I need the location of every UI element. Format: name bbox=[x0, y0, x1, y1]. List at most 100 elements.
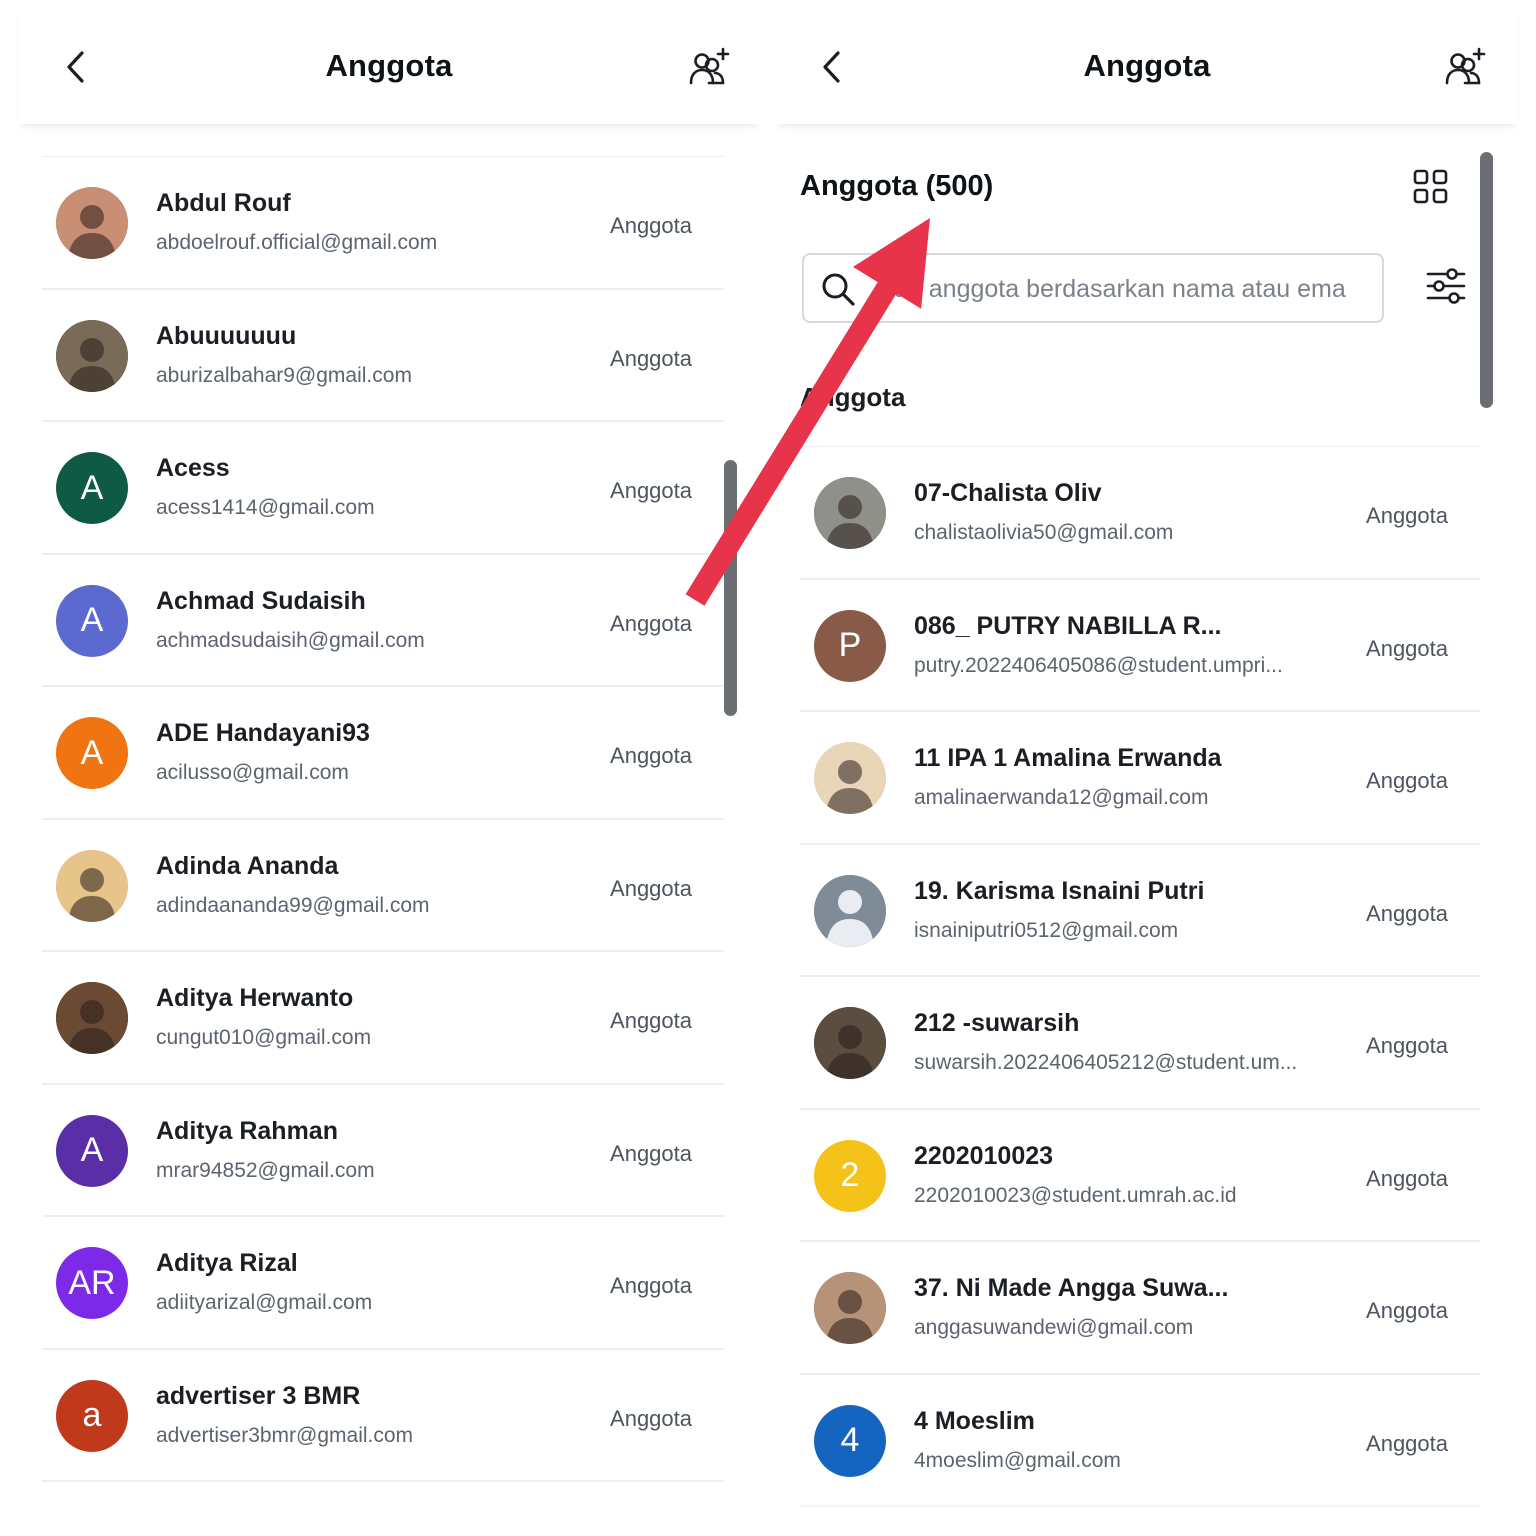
avatar-initial: 4 bbox=[840, 1421, 860, 1459]
avatar bbox=[56, 849, 128, 922]
member-name: 2202010023 bbox=[914, 1141, 1054, 1170]
top-bar: Anggota bbox=[776, 0, 1518, 124]
member-row[interactable]: 2 2202010023 2202010023@student.umrah.ac.i… bbox=[800, 1110, 1480, 1242]
member-email: chalistaolivia50@gmail.com bbox=[914, 521, 1174, 544]
avatar-initial: AR bbox=[68, 1263, 116, 1302]
member-email: advertiser3bmr@gmail.com bbox=[156, 1423, 414, 1447]
member-row[interactable]: Adinda Ananda adindaananda99@gmail.com Ang… bbox=[42, 820, 724, 952]
member-email: achmadsudaisih@gmail.com bbox=[156, 628, 425, 652]
member-email: adindaananda99@gmail.com bbox=[156, 893, 430, 917]
top-bar: Anggota bbox=[18, 0, 760, 124]
member-row[interactable]: 37. Ni Made Angga Suwa... anggasuwandewi@… bbox=[800, 1242, 1480, 1375]
add-member-button[interactable] bbox=[1440, 44, 1490, 92]
avatar bbox=[814, 874, 886, 947]
member-role[interactable]: Anggota bbox=[610, 1141, 692, 1167]
user-photo bbox=[814, 742, 886, 814]
member-row[interactable]: A Aditya Rahman mrar94852@gmail.com Anggota bbox=[42, 1085, 724, 1217]
member-email: isnainiputri0512@gmail.com bbox=[914, 918, 1179, 942]
member-row[interactable]: A Achmad Sudaisih achmadsudaisih@gmail.com… bbox=[42, 555, 724, 687]
member-role[interactable]: Anggota bbox=[610, 876, 692, 902]
member-row[interactable]: A ADE Handayani93 acilusso@gmail.com Anggot… bbox=[42, 687, 724, 820]
member-name: 19. Karisma Isnaini Putri bbox=[914, 876, 1205, 905]
member-role[interactable]: Anggota bbox=[610, 346, 692, 372]
member-name: Aditya Herwanto bbox=[156, 984, 354, 1012]
member-role[interactable]: Anggota bbox=[610, 743, 692, 769]
member-role[interactable]: Anggota bbox=[1366, 1033, 1448, 1059]
member-list: Abdul Rouf abdoelrouf.official@gmail.com A… bbox=[42, 156, 724, 1482]
member-role[interactable]: Anggota bbox=[1366, 768, 1448, 794]
member-name: 07-Chalista Oliv bbox=[914, 479, 1102, 507]
member-email: 2202010023@student.umrah.ac.id bbox=[914, 1183, 1237, 1207]
member-role[interactable]: Anggota bbox=[1366, 503, 1448, 529]
avatar bbox=[814, 477, 886, 549]
grid-view-button[interactable] bbox=[1412, 168, 1450, 206]
add-member-button[interactable] bbox=[684, 44, 734, 92]
avatar: A bbox=[56, 717, 128, 789]
member-role[interactable]: Anggota bbox=[610, 1008, 692, 1034]
scrollbar[interactable] bbox=[1480, 152, 1493, 408]
avatar bbox=[56, 187, 128, 259]
member-email: acilusso@gmail.com bbox=[156, 761, 349, 784]
user-photo bbox=[56, 319, 128, 392]
member-role[interactable]: Anggota bbox=[610, 1273, 692, 1299]
member-row[interactable]: Abdul Rouf abdoelrouf.official@gmail.com A… bbox=[42, 157, 724, 290]
avatar-initial: A bbox=[80, 1131, 104, 1169]
member-role[interactable]: Anggota bbox=[1366, 1431, 1448, 1457]
member-name: advertiser 3 BMR bbox=[156, 1381, 361, 1410]
member-email: putry.2022406405086@student.umpri... bbox=[914, 653, 1283, 677]
member-row[interactable]: AR Aditya Rizal adiityarizal@gmail.com Angg… bbox=[42, 1217, 724, 1350]
user-photo bbox=[814, 1007, 886, 1079]
member-role[interactable]: Anggota bbox=[1366, 901, 1448, 927]
avatar: A bbox=[56, 1114, 128, 1187]
member-row[interactable]: 19. Karisma Isnaini Putri isnainiputri051… bbox=[800, 845, 1480, 977]
avatar-initial: a bbox=[82, 1396, 102, 1434]
user-photo bbox=[56, 187, 128, 259]
scrollbar[interactable] bbox=[724, 460, 737, 716]
member-name: 37. Ni Made Angga Suwa... bbox=[914, 1274, 1229, 1302]
add-user-icon bbox=[1445, 47, 1486, 85]
member-role[interactable]: Anggota bbox=[610, 1406, 692, 1432]
right-panel: Anggota Anggota (500) Cari anggota berda… bbox=[776, 0, 1536, 1536]
search-placeholder: Cari anggota berdasarkan nama atau ema bbox=[876, 275, 1346, 303]
member-row[interactable]: Aditya Herwanto cungut010@gmail.com Anggot… bbox=[42, 952, 724, 1085]
filter-button[interactable] bbox=[1424, 266, 1468, 306]
avatar-initial: A bbox=[80, 601, 104, 639]
member-row[interactable]: Abuuuuuuu aburizalbahar9@gmail.com Anggota bbox=[42, 290, 724, 422]
user-photo bbox=[56, 982, 128, 1054]
member-row[interactable]: 07-Chalista Oliv chalistaolivia50@gmail.c… bbox=[800, 447, 1480, 580]
member-name: Acess bbox=[156, 454, 230, 482]
avatar: 4 bbox=[814, 1404, 886, 1477]
avatar-initial: P bbox=[838, 626, 862, 664]
avatar bbox=[814, 1272, 886, 1344]
member-email: adiityarizal@gmail.com bbox=[156, 1291, 373, 1314]
member-role[interactable]: Anggota bbox=[1366, 636, 1448, 662]
member-row[interactable]: 11 IPA 1 Amalina Erwanda amalinaerwanda12… bbox=[800, 712, 1480, 845]
member-row[interactable]: A Acess acess1414@gmail.com Anggota bbox=[42, 422, 724, 555]
member-name: 4 Moeslim bbox=[914, 1406, 1035, 1435]
member-row[interactable]: 212 -suwarsih suwarsih.2022406405212@stud… bbox=[800, 977, 1480, 1110]
member-row[interactable]: 4 4 Moeslim 4moeslim@gmail.com Anggota bbox=[800, 1375, 1480, 1507]
page-title: Anggota bbox=[1083, 48, 1211, 83]
avatar: P bbox=[814, 609, 886, 682]
search-input[interactable]: Cari anggota berdasarkan nama atau ema bbox=[802, 253, 1384, 323]
member-role[interactable]: Anggota bbox=[610, 611, 692, 637]
filter-icon bbox=[1426, 268, 1466, 304]
member-email: anggasuwandewi@gmail.com bbox=[914, 1316, 1194, 1339]
member-role[interactable]: Anggota bbox=[1366, 1166, 1448, 1192]
member-email: acess1414@gmail.com bbox=[156, 496, 375, 519]
default-avatar-icon bbox=[814, 874, 886, 947]
avatar bbox=[814, 742, 886, 814]
member-row[interactable]: a advertiser 3 BMR advertiser3bmr@gmail.co… bbox=[42, 1350, 724, 1482]
member-row[interactable]: P 086_ PUTRY NABILLA R... putry.2022406405… bbox=[800, 580, 1480, 712]
member-email: suwarsih.2022406405212@student.um... bbox=[914, 1051, 1298, 1074]
member-role[interactable]: Anggota bbox=[610, 478, 692, 504]
member-role[interactable]: Anggota bbox=[1366, 1298, 1448, 1324]
avatar: 2 bbox=[814, 1139, 886, 1212]
avatar: a bbox=[56, 1379, 128, 1452]
user-photo bbox=[56, 849, 128, 922]
avatar-initial: 2 bbox=[840, 1156, 860, 1194]
member-role[interactable]: Anggota bbox=[610, 213, 692, 239]
user-photo bbox=[814, 477, 886, 549]
group-label: Anggota bbox=[800, 382, 906, 412]
avatar-initial: A bbox=[80, 468, 104, 507]
